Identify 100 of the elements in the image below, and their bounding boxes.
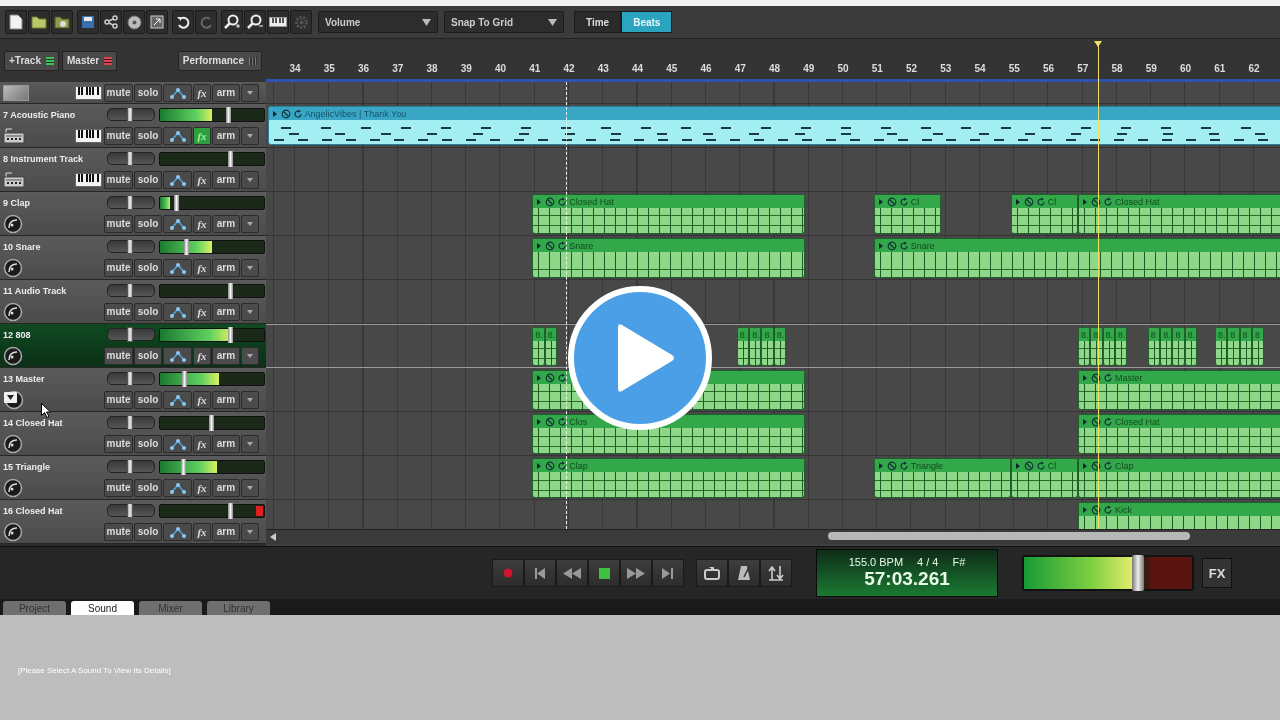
timeline-ruler[interactable]: 34 35 36 37 38 39 40 41 42 43 44 45 46 47 48 49 50 51 52 53 54 55 56 57 58 59 60 61 62 — [266, 39, 1280, 82]
slider-handle[interactable] — [180, 458, 186, 475]
arm-button[interactable]: arm — [212, 214, 240, 233]
pan-slider[interactable] — [107, 196, 155, 209]
metronome-icon[interactable] — [728, 559, 760, 587]
skip-forward-icon[interactable] — [652, 559, 684, 587]
volume-meter[interactable] — [159, 107, 265, 122]
volume-meter[interactable] — [159, 283, 265, 298]
dropdown-caret-icon[interactable] — [241, 522, 259, 541]
solo-button[interactable]: solo — [134, 83, 162, 102]
dropdown-caret-icon[interactable] — [241, 302, 259, 321]
automation-icon[interactable] — [163, 478, 192, 497]
save-icon[interactable] — [77, 10, 99, 34]
audio-clip[interactable]: 8. — [532, 327, 545, 366]
slider-handle[interactable] — [127, 195, 133, 210]
slider-handle[interactable] — [227, 282, 233, 299]
automation-icon[interactable] — [163, 258, 192, 277]
track-header[interactable]: 16 Closed Hat mute solo fx arm — [0, 500, 266, 544]
arm-button[interactable]: arm — [212, 390, 240, 409]
pan-slider[interactable] — [107, 284, 155, 297]
pan-slider[interactable] — [107, 460, 155, 473]
mute-button[interactable]: mute — [104, 170, 133, 189]
automation-icon[interactable] — [163, 390, 192, 409]
audio-clip[interactable]: Closed Hat — [532, 194, 806, 234]
slider-handle[interactable] — [127, 239, 133, 254]
mode-tab[interactable]: Time — [574, 11, 622, 33]
zoom-in-icon[interactable] — [221, 10, 243, 34]
pan-slider[interactable] — [107, 416, 155, 429]
dropdown-caret-icon[interactable] — [241, 258, 259, 277]
mute-button[interactable]: mute — [104, 126, 133, 145]
slider-handle[interactable] — [127, 327, 133, 342]
solo-button[interactable]: solo — [134, 478, 162, 497]
horizontal-scrollbar[interactable] — [266, 529, 1280, 544]
undo-icon[interactable] — [172, 10, 194, 34]
track-header[interactable]: 10 Snare mute solo fx arm — [0, 236, 266, 280]
audio-clip[interactable]: Closed Hat — [1077, 194, 1280, 234]
arm-button[interactable]: arm — [212, 346, 240, 365]
audio-clip[interactable]: 8. — [1077, 327, 1091, 366]
solo-button[interactable]: solo — [134, 258, 162, 277]
automation-icon[interactable] — [163, 522, 192, 541]
arm-button[interactable]: arm — [212, 478, 240, 497]
slider-handle[interactable] — [181, 370, 187, 387]
arm-button[interactable]: arm — [212, 83, 240, 102]
pan-slider[interactable] — [107, 240, 155, 253]
fx-button[interactable]: fx — [193, 258, 211, 277]
audio-clip[interactable]: Clap — [532, 458, 806, 498]
solo-button[interactable]: solo — [134, 214, 162, 233]
skip-back-icon[interactable] — [524, 559, 556, 587]
track-header[interactable]: 12 808 mute solo fx arm — [0, 324, 266, 368]
view-dropdown[interactable]: Volume — [318, 11, 438, 33]
audio-clip[interactable]: Snare — [532, 238, 806, 278]
slider-handle[interactable] — [1132, 555, 1145, 591]
audio-clip[interactable]: Clap — [1077, 458, 1280, 498]
audio-clip[interactable]: 8. — [1160, 327, 1173, 366]
arm-button[interactable]: arm — [212, 126, 240, 145]
dropdown-caret-icon[interactable] — [241, 478, 259, 497]
fx-button[interactable]: fx — [193, 83, 211, 102]
track-header[interactable]: 13 Master mute solo fx arm — [0, 368, 266, 412]
slider-handle[interactable] — [127, 283, 133, 298]
audio-clip[interactable]: Snare — [873, 238, 1280, 278]
slider-handle[interactable] — [227, 502, 233, 519]
master-button[interactable]: Master — [62, 50, 118, 71]
pan-slider[interactable] — [107, 372, 155, 385]
slider-handle[interactable] — [127, 151, 133, 166]
fx-button[interactable]: fx — [193, 170, 211, 189]
fast-forward-icon[interactable] — [620, 559, 652, 587]
slider-handle[interactable] — [127, 107, 133, 122]
track-header[interactable]: 15 Triangle mute solo fx arm — [0, 456, 266, 500]
fx-button[interactable]: fx — [193, 390, 211, 409]
arm-button[interactable]: arm — [212, 302, 240, 321]
fx-button[interactable]: fx — [193, 214, 211, 233]
slider-handle[interactable] — [127, 415, 133, 430]
add-track-button[interactable]: +Track — [4, 50, 59, 71]
audio-clip[interactable]: Kick — [1077, 502, 1280, 529]
audio-clip[interactable]: Cl — [1010, 194, 1078, 234]
panel-tab[interactable]: Sound — [71, 601, 134, 615]
audio-clip[interactable]: Cl — [1010, 458, 1078, 498]
automation-icon[interactable] — [163, 346, 192, 365]
volume-meter[interactable] — [159, 151, 265, 166]
dropdown-caret-icon[interactable] — [241, 170, 259, 189]
volume-meter[interactable] — [159, 415, 265, 430]
automation-icon[interactable] — [163, 302, 192, 321]
arm-button[interactable]: arm — [212, 170, 240, 189]
fx-button[interactable]: fx — [193, 434, 211, 453]
volume-meter[interactable] — [159, 459, 265, 474]
automation-icon[interactable] — [163, 214, 192, 233]
slider-handle[interactable] — [127, 459, 133, 474]
mute-button[interactable]: mute — [104, 302, 133, 321]
audio-clip[interactable]: 8 — [1227, 327, 1240, 366]
audio-clip[interactable]: 8 — [1172, 327, 1185, 366]
mute-button[interactable]: mute — [104, 522, 133, 541]
audio-clip[interactable]: 8. — [761, 327, 774, 366]
audio-clip[interactable]: Clos — [532, 414, 806, 454]
dropdown-caret-icon[interactable] — [241, 126, 259, 145]
solo-button[interactable]: solo — [134, 522, 162, 541]
slider-handle[interactable] — [209, 414, 214, 431]
fx-button[interactable]: fx — [193, 302, 211, 321]
pan-slider[interactable] — [107, 152, 155, 165]
zoom-out-icon[interactable] — [244, 10, 266, 34]
solo-button[interactable]: solo — [134, 302, 162, 321]
